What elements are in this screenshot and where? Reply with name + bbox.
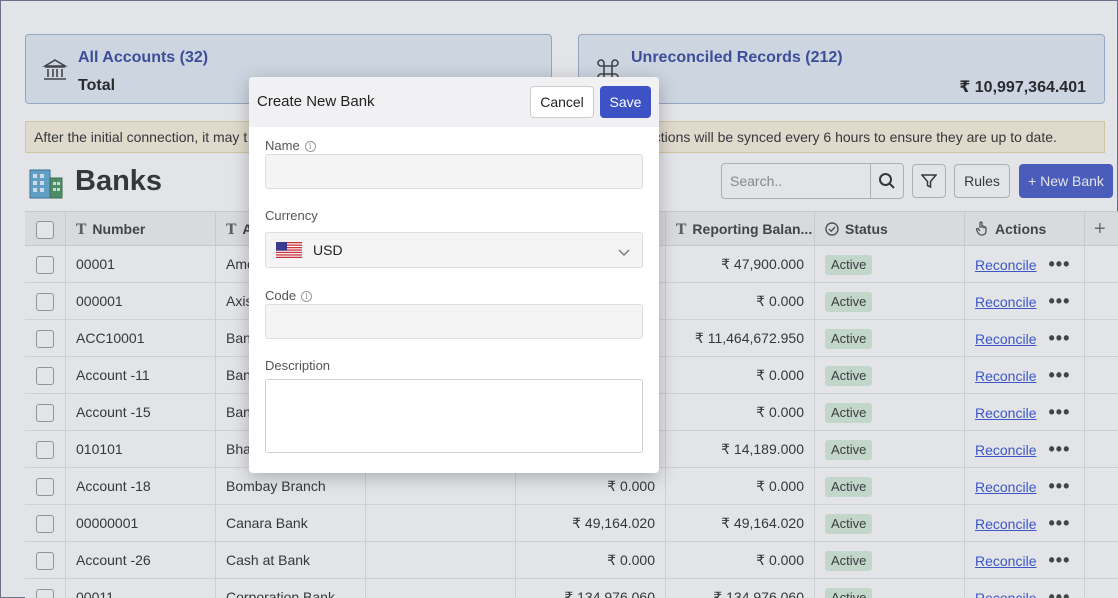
us-flag-icon bbox=[276, 242, 302, 258]
code-label-text: Code bbox=[265, 288, 297, 303]
code-input[interactable] bbox=[265, 304, 643, 339]
info-icon[interactable]: i bbox=[304, 141, 316, 152]
chevron-down-icon bbox=[618, 245, 630, 257]
code-label: Code i bbox=[265, 288, 313, 303]
info-icon[interactable]: i bbox=[301, 291, 313, 302]
description-label: Description bbox=[265, 358, 331, 373]
currency-selected-value: USD bbox=[313, 242, 343, 258]
name-label: Name i bbox=[265, 138, 316, 153]
description-textarea[interactable] bbox=[265, 379, 643, 453]
save-button[interactable]: Save bbox=[600, 86, 651, 118]
cancel-button[interactable]: Cancel bbox=[530, 86, 594, 118]
currency-label: Currency bbox=[265, 208, 318, 223]
name-label-text: Name bbox=[265, 138, 300, 153]
name-input[interactable] bbox=[265, 154, 643, 189]
currency-select[interactable]: USD bbox=[265, 232, 643, 268]
dialog-title: Create New Bank bbox=[257, 93, 375, 110]
create-bank-dialog: Create New Bank Cancel Save Name i Curren… bbox=[249, 77, 659, 473]
dialog-header: Create New Bank Cancel Save bbox=[249, 77, 659, 127]
